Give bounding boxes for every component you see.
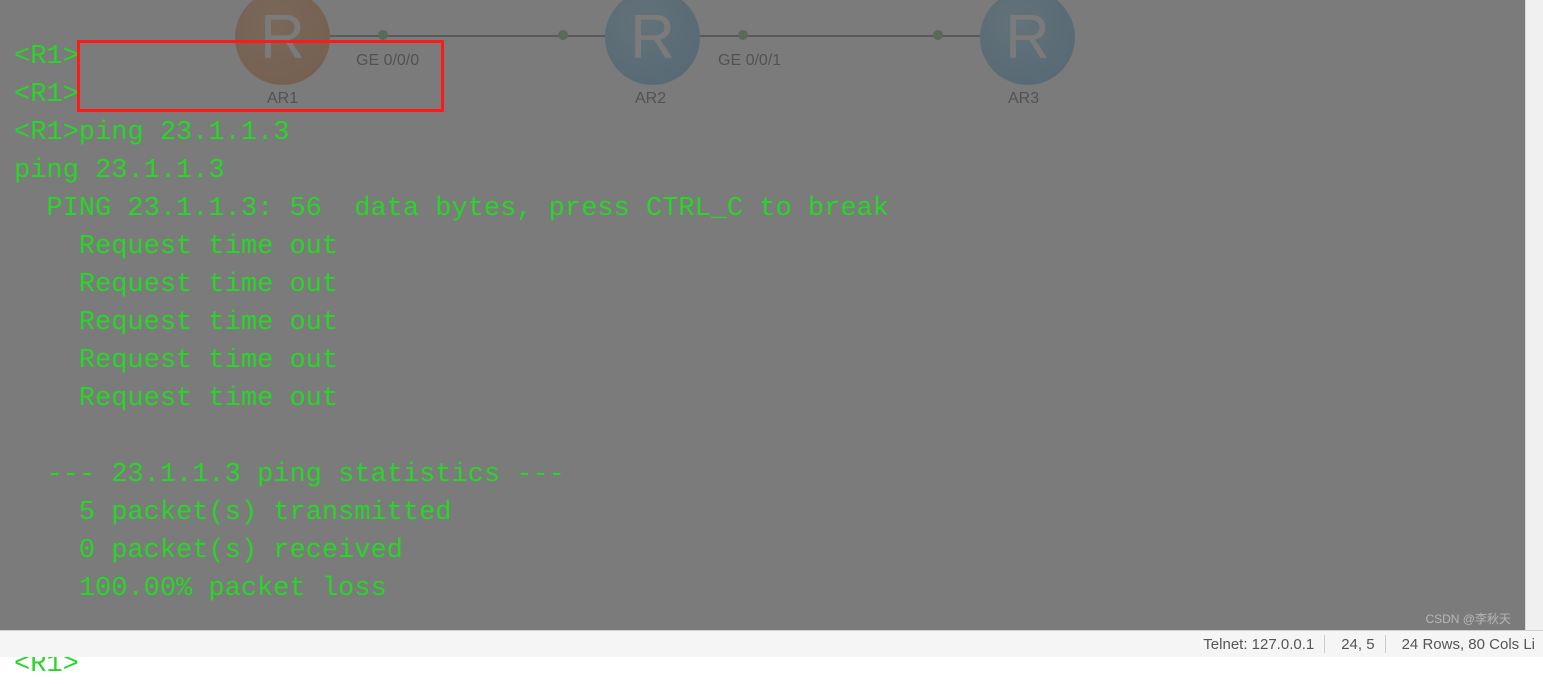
terminal-line: Request time out [14,384,338,414]
terminal-line: --- 23.1.1.3 ping statistics --- [14,460,565,490]
watermark-text: CSDN @李秋天 [1425,610,1511,627]
terminal-line: 5 packet(s) transmitted [14,498,451,528]
status-bar: Telnet: 127.0.0.1 24, 5 24 Rows, 80 Cols… [0,630,1543,657]
terminal-line: 100.00% packet loss [14,574,387,604]
status-size: 24 Rows, 80 Cols Li [1402,636,1535,653]
terminal-output[interactable]: <R1> <R1> <R1>ping 23.1.1.3 ping 23.1.1.… [0,0,1543,630]
terminal-line: ping 23.1.1.3 [14,156,225,186]
status-connection: Telnet: 127.0.0.1 [1203,636,1314,653]
terminal-line: Request time out [14,308,338,338]
terminal-line: Request time out [14,270,338,300]
divider [1324,635,1325,653]
terminal-line: Request time out [14,346,338,376]
scrollbar[interactable] [1525,0,1543,630]
terminal-line: Request time out [14,232,338,262]
terminal-line: 0 packet(s) received [14,536,403,566]
terminal-line: <R1> [14,80,79,110]
terminal-line: <R1> [14,42,79,72]
status-cursor: 24, 5 [1341,636,1374,653]
terminal-line: <R1>ping 23.1.1.3 [14,118,289,148]
divider [1385,635,1386,653]
terminal-line: PING 23.1.1.3: 56 data bytes, press CTRL… [14,194,889,224]
